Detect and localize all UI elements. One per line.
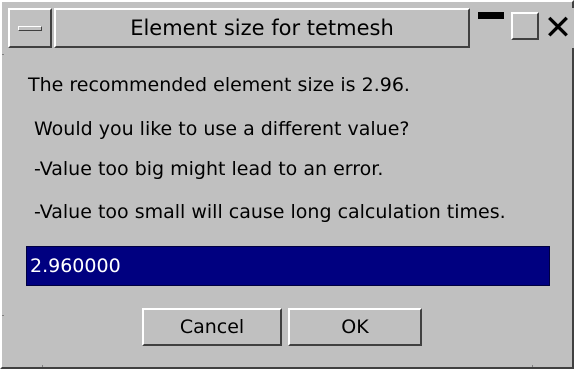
warning-big-text: -Value too big might lead to an error. bbox=[34, 158, 384, 180]
resize-grip-bottom-left bbox=[42, 365, 43, 367]
warning-small-text: -Value too small will cause long calcula… bbox=[34, 201, 506, 223]
recommended-size-text: The recommended element size is 2.96. bbox=[28, 74, 410, 96]
window-title-text: Element size for tetmesh bbox=[130, 16, 394, 40]
close-button[interactable]: ✕ bbox=[542, 8, 574, 48]
cancel-button[interactable]: Cancel bbox=[142, 308, 282, 346]
resize-grip-left-bottom bbox=[2, 315, 4, 316]
minimize-icon bbox=[478, 12, 504, 19]
resize-grip-left-top bbox=[2, 54, 4, 55]
cancel-button-label: Cancel bbox=[179, 316, 245, 338]
ok-button[interactable]: OK bbox=[288, 308, 422, 346]
maximize-button[interactable] bbox=[508, 8, 542, 48]
window-menu-button[interactable] bbox=[8, 8, 52, 48]
dialog-window: Element size for tetmesh ✕ The recommend… bbox=[0, 0, 574, 369]
question-text: Would you like to use a different value? bbox=[34, 118, 410, 140]
maximize-icon bbox=[511, 12, 539, 40]
element-size-input[interactable] bbox=[26, 246, 550, 286]
close-icon: ✕ bbox=[543, 8, 573, 48]
ok-button-label: OK bbox=[341, 316, 369, 338]
window-menu-icon bbox=[18, 26, 42, 31]
minimize-button[interactable] bbox=[474, 8, 508, 48]
window-title[interactable]: Element size for tetmesh bbox=[54, 8, 470, 48]
resize-grip-bottom-right bbox=[532, 365, 533, 367]
title-bar: Element size for tetmesh ✕ bbox=[8, 8, 574, 48]
